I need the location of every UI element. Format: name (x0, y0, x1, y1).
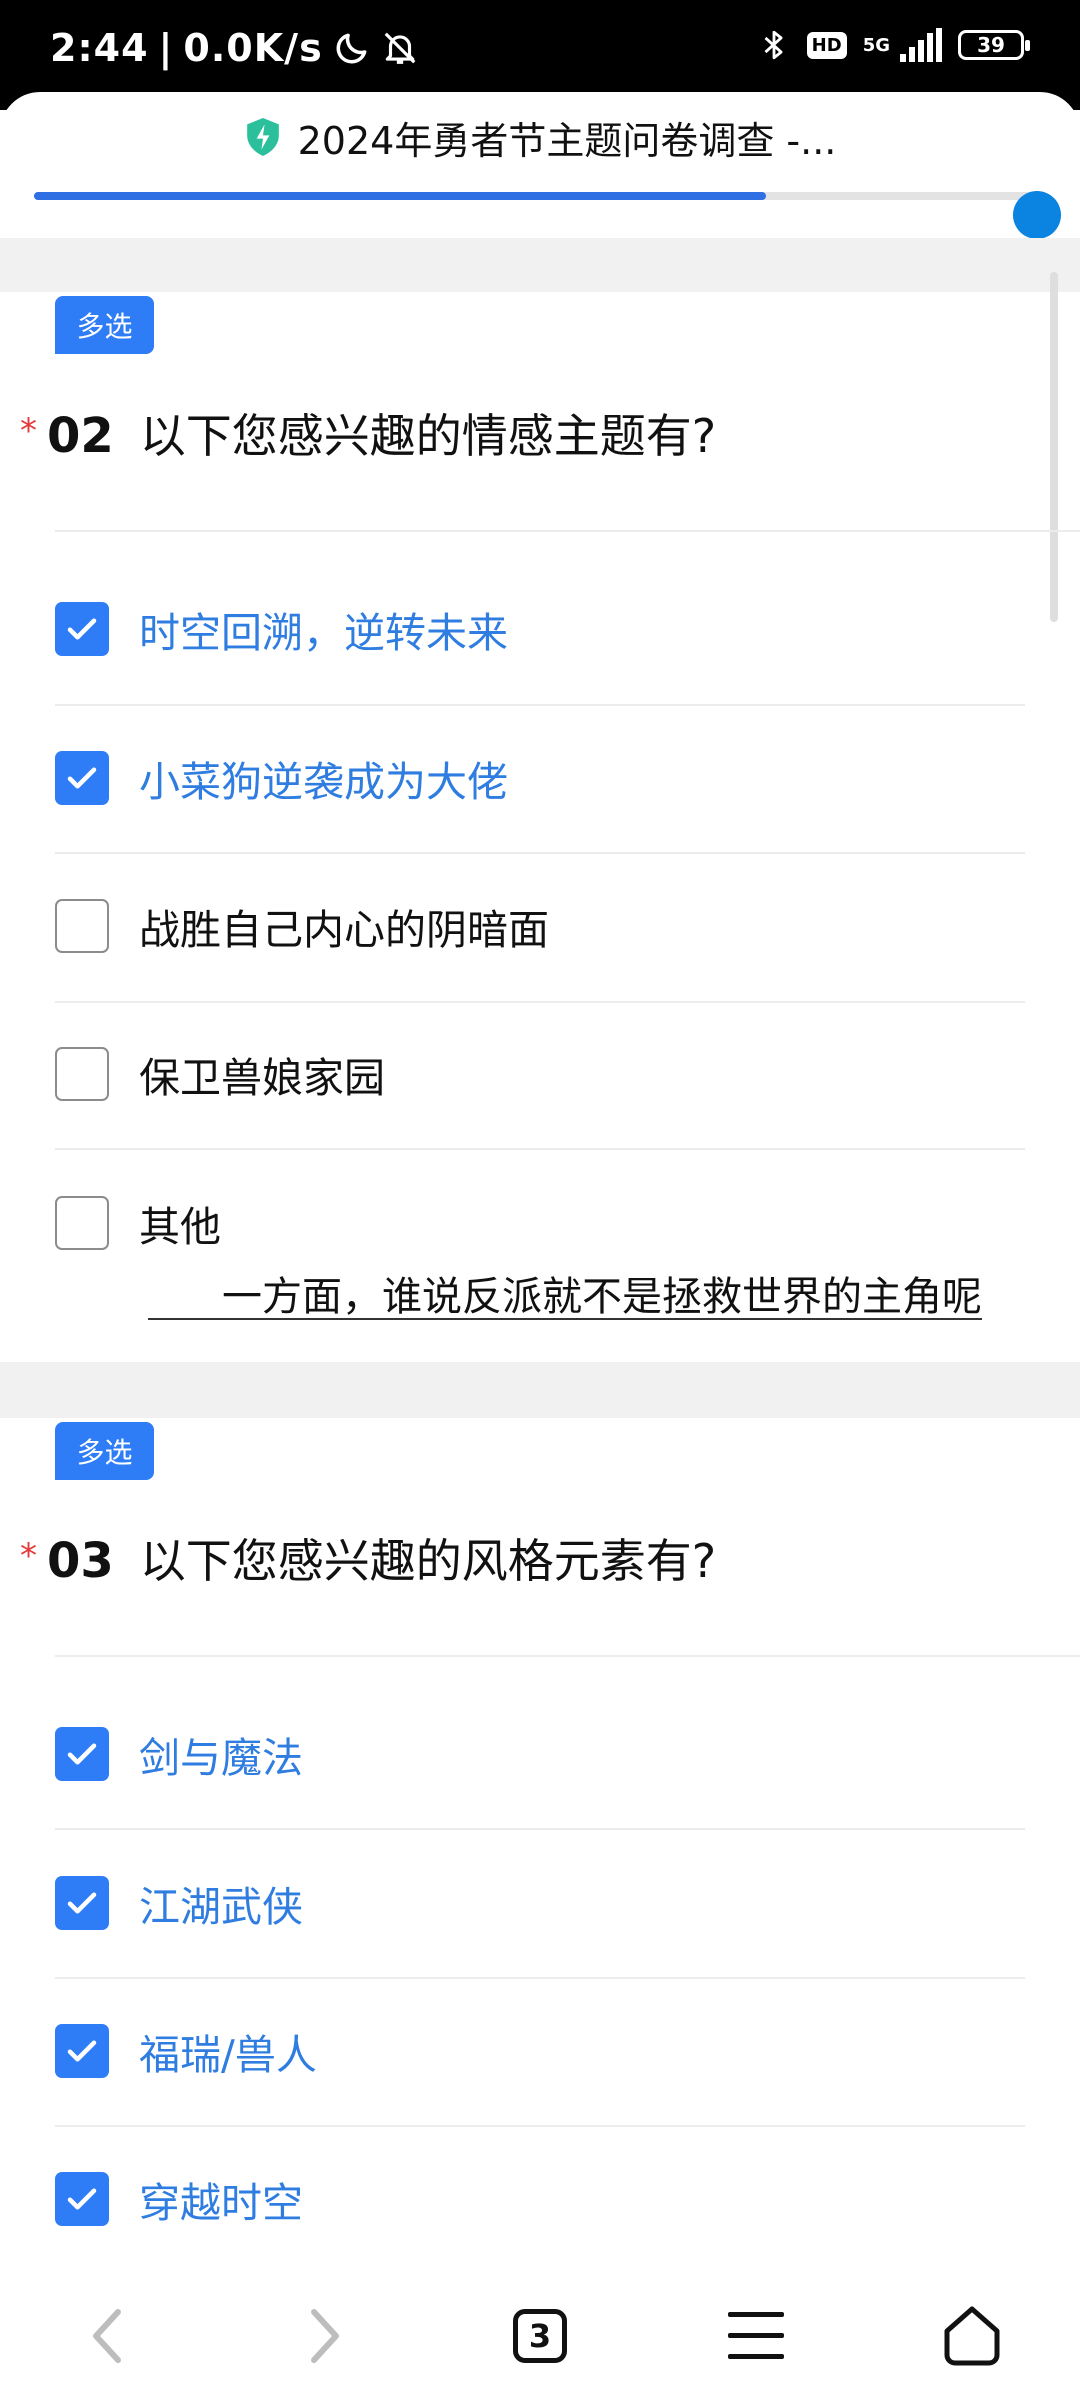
option-item[interactable]: 剑与魔法 (55, 1709, 1025, 1799)
question-number: 02 (47, 408, 114, 464)
question-type-tag: 多选 (55, 1422, 154, 1480)
option-label: 江湖武侠 (139, 1883, 303, 1931)
moon-icon (336, 33, 367, 64)
question-number: 03 (47, 1533, 114, 1589)
bluetooth-icon (764, 30, 783, 60)
checkbox[interactable] (55, 751, 109, 805)
divider (55, 704, 1025, 706)
question-title: * 03 以下您感兴趣的风格元素有? (20, 1525, 716, 1591)
divider (55, 1828, 1025, 1830)
question-text: 以下您感兴趣的情感主题有? (139, 409, 717, 463)
browser-bottom-bar: 3 (0, 2272, 1080, 2400)
tabs-button[interactable]: 3 (495, 2291, 585, 2381)
network-gen-label: 5G (862, 34, 890, 56)
divider (55, 1977, 1025, 1979)
divider (55, 530, 1080, 532)
required-mark: * (20, 1536, 37, 1576)
option-label: 保卫兽娘家园 (139, 1054, 385, 1102)
option-label: 穿越时空 (139, 2179, 303, 2227)
status-right: HD 5G 39 (757, 26, 1030, 64)
checkmark-icon (67, 1892, 97, 1914)
question-title: * 02 以下您感兴趣的情感主题有? (20, 400, 716, 466)
divider (55, 1655, 1080, 1657)
bell-off-icon (384, 32, 416, 64)
divider (55, 852, 1025, 854)
checkmark-icon (67, 618, 97, 640)
chevron-left-icon (93, 2309, 121, 2363)
tabs-count: 3 (528, 2317, 552, 2355)
checkbox[interactable] (55, 602, 109, 656)
checkbox[interactable] (55, 1196, 109, 1250)
shield-icon (246, 118, 279, 156)
scrollbar[interactable] (1050, 272, 1058, 622)
menu-button[interactable] (711, 2291, 801, 2381)
checkbox[interactable] (55, 899, 109, 953)
option-label: 剑与魔法 (139, 1734, 303, 1782)
section-separator (0, 238, 1080, 292)
other-input-value: 一方面，谁说反派就不是拯救世界的主角呢 (222, 1274, 982, 1320)
survey-progress-bar (34, 192, 1044, 200)
checkmark-icon (67, 1743, 97, 1765)
status-separator: | (158, 26, 174, 70)
question-type-tag: 多选 (55, 296, 154, 354)
hd-badge: HD (806, 31, 847, 59)
option-label: 小菜狗逆袭成为大佬 (139, 758, 508, 806)
progress-indicator[interactable] (1013, 191, 1061, 239)
battery-icon: 39 (958, 30, 1030, 60)
network-speed: 0.0K/s (183, 26, 323, 70)
option-label: 其他 (139, 1203, 221, 1251)
option-item[interactable]: 江湖武侠 (55, 1858, 1025, 1948)
home-icon (944, 2306, 1000, 2366)
page-title: 2024年勇者节主题问卷调查 -... (297, 118, 837, 163)
checkmark-icon (67, 2188, 97, 2210)
checkbox[interactable] (55, 1727, 109, 1781)
checkmark-icon (67, 2040, 97, 2062)
option-label: 时空回溯，逆转未来 (139, 609, 508, 657)
option-item[interactable]: 穿越时空 (55, 2154, 1025, 2244)
forward-button[interactable] (279, 2291, 369, 2381)
option-item[interactable]: 时空回溯，逆转未来 (55, 584, 1025, 674)
option-item[interactable]: 福瑞/兽人 (55, 2006, 1025, 2096)
option-item[interactable]: 战胜自己内心的阴暗面 (55, 881, 1025, 971)
divider (55, 1001, 1025, 1003)
chevron-right-icon (311, 2309, 339, 2363)
browser-title-bar[interactable]: 2024年勇者节主题问卷调查 -... (0, 92, 1080, 182)
option-label: 战胜自己内心的阴暗面 (139, 906, 549, 954)
divider (55, 2125, 1025, 2127)
clock: 2:44 (50, 26, 149, 70)
question-text: 以下您感兴趣的风格元素有? (139, 1534, 717, 1588)
back-button[interactable] (63, 2291, 153, 2381)
option-item[interactable]: 其他 (55, 1178, 1025, 1268)
required-mark: * (20, 411, 37, 451)
other-text-input[interactable]: 一方面，谁说反派就不是拯救世界的主角呢 (148, 1262, 982, 1320)
option-item[interactable]: 保卫兽娘家园 (55, 1029, 1025, 1119)
checkbox[interactable] (55, 2172, 109, 2226)
battery-level: 39 (977, 33, 1005, 57)
checkbox[interactable] (55, 1876, 109, 1930)
home-button[interactable] (927, 2291, 1017, 2381)
option-item[interactable]: 小菜狗逆袭成为大佬 (55, 733, 1025, 823)
signal-icon (900, 28, 942, 62)
checkbox[interactable] (55, 1047, 109, 1101)
survey-progress-fill (34, 192, 767, 200)
option-label: 福瑞/兽人 (139, 2031, 317, 2079)
status-left: 2:44 | 0.0K/s (50, 26, 419, 70)
divider (55, 1148, 1025, 1150)
checkbox[interactable] (55, 2024, 109, 2078)
menu-icon (728, 2312, 784, 2359)
checkmark-icon (67, 767, 97, 789)
section-separator (0, 1362, 1080, 1418)
tabs-count-icon: 3 (513, 2309, 567, 2363)
